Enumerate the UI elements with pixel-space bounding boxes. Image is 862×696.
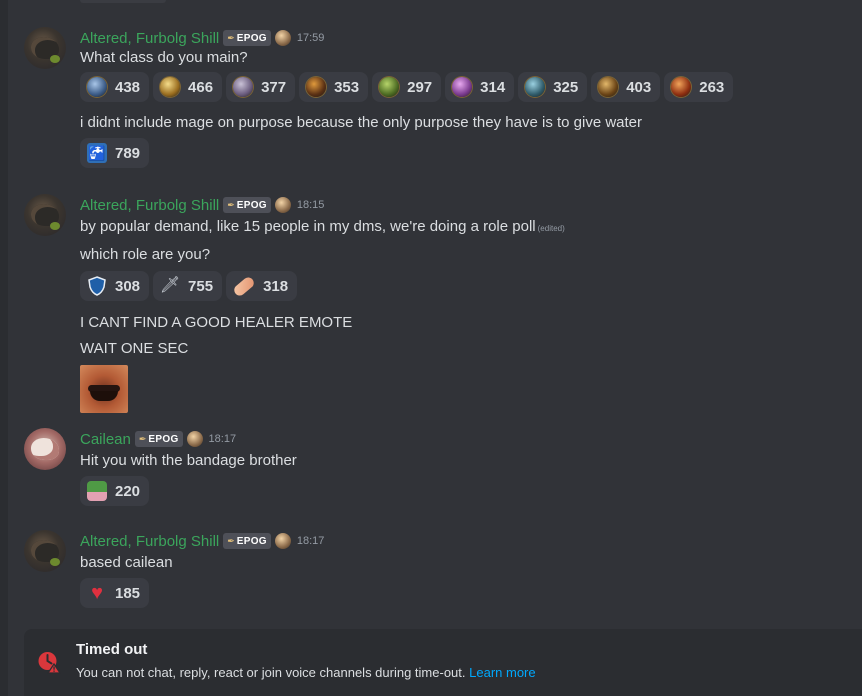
role-badge-icon[interactable] [186,431,203,447]
role-tag[interactable]: ✒ EPOG [223,197,271,213]
message-text: I CANT FIND A GOOD HEALER EMOTE [80,314,353,331]
rogue-class-icon [306,77,327,97]
message-header: Altered, Furbolg Shill ✒ EPOG 18:17 [80,531,852,551]
bandage-icon [232,274,257,298]
reaction-tank[interactable]: 308 [80,271,150,301]
username[interactable]: Altered, Furbolg Shill [80,197,219,214]
timeout-banner: Timed out You can not chat, reply, react… [24,629,862,696]
role-tag[interactable]: ✒ EPOG [223,30,271,46]
username[interactable]: Cailean [80,431,131,448]
timestamp[interactable]: 18:17 [209,433,237,445]
water-tap-icon: 🚰 [87,143,107,163]
role-badge-icon[interactable] [274,533,291,549]
hunter-class-icon [379,77,400,97]
reaction-bar: 🚰 789 [80,138,852,168]
laughing-face-gif[interactable] [80,365,128,413]
message-header: Altered, Furbolg Shill ✒ EPOG 18:15 [80,195,852,215]
message-text: which role are you? [80,246,211,263]
timestamp[interactable]: 18:17 [297,535,325,547]
username[interactable]: Altered, Furbolg Shill [80,30,219,47]
role-badge-icon[interactable] [274,30,291,46]
feather-icon: ✒ [227,32,235,43]
reaction-healer[interactable]: 318 [226,271,298,301]
reaction-paladin[interactable]: 466 [153,72,223,102]
previous-reaction-stub [80,0,166,3]
message-header: Cailean ✒ EPOG 18:17 [80,429,852,449]
message-text: What class do you main? [80,49,248,66]
learn-more-link[interactable]: Learn more [469,665,535,680]
dagger-icon: 🗡 [159,277,181,294]
reaction-priest[interactable]: 377 [226,72,296,102]
edited-label: (edited) [537,224,565,233]
shaman-class-icon [525,77,546,97]
reaction-water[interactable]: 🚰 789 [80,138,150,168]
warlock-class-icon [452,77,473,97]
role-tag[interactable]: ✒ EPOG [134,431,183,447]
reaction-shaman[interactable]: 325 [518,72,588,102]
timestamp[interactable]: 17:59 [297,32,325,44]
reaction-heart[interactable]: ♥ 185 [80,578,150,608]
message-text: Hit you with the bandage brother [80,452,297,469]
reaction-bar: ♥ 185 [80,578,852,608]
message-text: by popular demand, like 15 people in my … [80,218,565,235]
heart-icon: ♥ [91,582,103,604]
priest-class-icon [233,77,254,97]
avatar[interactable] [24,27,66,69]
message-text: WAIT ONE SEC [80,340,189,357]
paladin-class-icon [160,77,181,97]
reaction-warlock[interactable]: 314 [445,72,515,102]
timeout-description: You can not chat, reply, react or join v… [76,665,536,680]
reaction-bar: 438 466 377 353 297 314 325 403 263 [80,72,852,102]
shield-icon [87,276,107,296]
feather-icon: ✒ [138,433,147,444]
reaction-warrior[interactable]: 438 [80,72,150,102]
feather-icon: ✒ [227,535,235,546]
reaction-dps[interactable]: 🗡 755 [153,271,223,301]
timeout-title: Timed out [76,641,148,658]
username[interactable]: Altered, Furbolg Shill [80,533,219,550]
pepe-bandage-icon [87,481,107,501]
message-text: i didnt include mage on purpose because … [80,114,643,131]
avatar[interactable] [24,428,66,470]
role-tag[interactable]: ✒ EPOG [223,533,271,549]
avatar[interactable] [24,194,66,236]
timeout-clock-icon [37,650,62,674]
reaction-rogue[interactable]: 353 [299,72,369,102]
reaction-druid[interactable]: 403 [591,72,661,102]
left-gutter [0,0,8,696]
reaction-bar: 308 🗡 755 318 [80,271,852,301]
reaction-hunter[interactable]: 297 [372,72,442,102]
message-header: Altered, Furbolg Shill ✒ EPOG 17:59 [80,28,852,48]
reaction-pepe[interactable]: 220 [80,476,150,506]
druid-class-icon [598,77,619,97]
reaction-mage[interactable]: 263 [664,72,734,102]
warrior-class-icon [87,77,107,97]
reaction-bar: 220 [80,476,852,506]
mage-class-icon [671,77,692,97]
feather-icon: ✒ [227,199,235,210]
role-badge-icon[interactable] [274,197,291,213]
message-text: based cailean [80,554,173,571]
avatar[interactable] [24,530,66,572]
timestamp[interactable]: 18:15 [297,199,325,211]
